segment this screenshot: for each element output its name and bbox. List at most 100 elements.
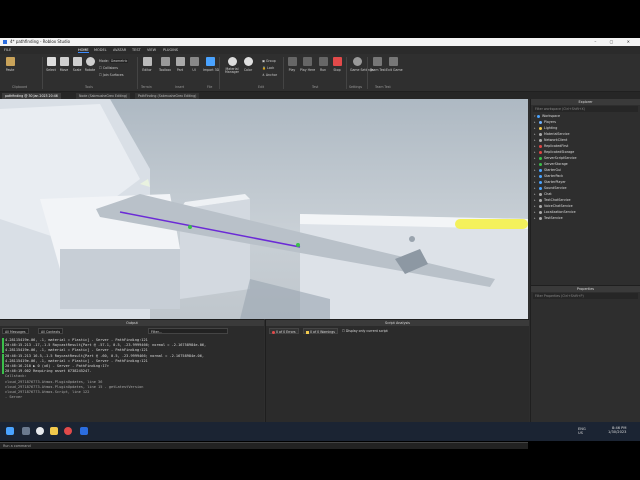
warning-icon — [306, 330, 309, 334]
window-controls[interactable]: – ▢ ✕ — [594, 39, 636, 44]
script-analysis-panel: Script Analysis 0 of 0 Errors 0 of 0 War… — [265, 319, 529, 439]
join-surfaces-toggle[interactable]: ☐ Join Surfaces — [99, 73, 124, 77]
menu-test[interactable]: TEST — [132, 48, 141, 52]
explorer-item-label: Lighting — [544, 126, 558, 130]
menu-avatar[interactable]: AVATAR — [113, 48, 126, 52]
divider — [137, 57, 138, 89]
exit-game-button[interactable]: Exit Game — [386, 57, 403, 72]
chrome-icon[interactable] — [36, 427, 44, 435]
output-panel: Output All Messages All Contexts Filter.… — [0, 319, 264, 439]
team-test-icon — [372, 57, 382, 66]
ledge-side — [60, 249, 180, 309]
expand-chevron-icon[interactable]: ▸ — [534, 215, 536, 221]
part-button[interactable]: Part — [173, 57, 187, 72]
errors-filter-button[interactable]: 0 of 0 Errors — [269, 328, 299, 334]
move-arrows-icon — [59, 57, 69, 66]
waypoint-node — [188, 225, 192, 229]
explorer-item-label: StarterPack — [544, 174, 564, 178]
menu-model[interactable]: MODEL — [94, 48, 107, 52]
contexts-filter-dropdown[interactable]: All Contexts — [38, 328, 64, 334]
explorer-filter-input[interactable]: Filter workspace (Ctrl+Shift+X) — [533, 106, 638, 112]
import-3d-button[interactable]: Import 3D — [203, 57, 219, 72]
play-icon — [287, 57, 297, 66]
terrain-editor-button[interactable]: Editor — [140, 57, 154, 72]
move-tool-button[interactable]: Move — [57, 57, 71, 72]
service-icon — [539, 120, 542, 124]
output-log: 4.28115419e-06, -1, material = Plastic] … — [2, 338, 262, 400]
service-icon — [537, 114, 540, 118]
menu-view[interactable]: VIEW — [147, 48, 156, 52]
menu-bar: FILE HOME MODEL AVATAR TEST VIEW PLUGINS… — [0, 46, 640, 61]
roblox-studio-taskbar-icon[interactable] — [80, 427, 88, 435]
file-explorer-icon[interactable] — [50, 427, 58, 435]
menu-file[interactable]: FILE — [4, 48, 11, 52]
divider — [219, 57, 220, 89]
group-button[interactable]: ▣ Group — [262, 59, 276, 63]
service-icon — [539, 138, 542, 142]
language-indicator[interactable]: ENG US — [578, 427, 586, 435]
exit-game-icon — [388, 57, 398, 66]
material-sphere-icon — [227, 57, 237, 66]
service-icon — [539, 192, 542, 196]
explorer-item-label: ReplicatedFirst — [544, 144, 569, 148]
roblox-studio-window: 4* pathfinding - Roblox Studio – ▢ ✕ FIL… — [0, 38, 640, 449]
menu-home[interactable]: HOME — [78, 48, 89, 53]
divider — [42, 57, 43, 89]
color-button[interactable]: Color — [241, 57, 255, 72]
ui-button[interactable]: UI — [187, 57, 201, 72]
clock[interactable]: 8:46 PM 1/30/2023 — [608, 426, 626, 434]
service-icon — [539, 126, 542, 130]
paste-button[interactable]: Paste — [3, 57, 17, 72]
task-view-icon[interactable] — [22, 427, 30, 435]
lock-button[interactable]: 🔒 Lock — [262, 66, 274, 70]
warnings-filter-button[interactable]: 0 of 0 Warnings — [303, 328, 338, 334]
explorer-item-label: StarterPlayer — [544, 180, 566, 184]
explorer-item-label: MaterialService — [544, 132, 570, 136]
mode-dropdown[interactable]: Geometric — [109, 59, 129, 63]
explorer-item-label: StarterGui — [544, 168, 561, 172]
service-icon — [539, 198, 542, 202]
group-edit-label: Edit — [258, 85, 265, 89]
menu-plugins[interactable]: PLUGINS — [163, 48, 178, 52]
play-here-button[interactable]: Play Here — [300, 57, 315, 72]
windows-start-icon[interactable] — [6, 427, 14, 435]
divider — [346, 57, 347, 89]
explorer-item-label: ServerScriptService — [544, 156, 577, 160]
output-line[interactable]: - Server — [2, 395, 262, 400]
window-title: 4* pathfinding - Roblox Studio — [10, 39, 71, 44]
explorer-item-label: Chat — [544, 192, 552, 196]
explorer-tree: ▾ Workspace ▸ Players ▸ Lighting ▸ MaterialServ… — [531, 113, 640, 221]
run-button[interactable]: Run — [316, 57, 330, 72]
messages-filter-dropdown[interactable]: All Messages — [2, 328, 29, 334]
explorer-item-label: ReplicatedStorage — [544, 150, 575, 154]
3d-viewport[interactable] — [0, 99, 528, 319]
scene-render — [0, 99, 528, 319]
game-settings-button[interactable]: Game Settings — [350, 57, 374, 72]
service-icon — [539, 168, 542, 172]
service-icon — [539, 186, 542, 190]
anchor-button[interactable]: ⚓ Anchor — [262, 73, 277, 77]
play-here-icon — [302, 57, 312, 66]
explorer-item[interactable]: ▸ TestService — [531, 215, 640, 221]
output-search-input[interactable]: Filter... — [148, 328, 228, 334]
stop-button[interactable]: Stop — [330, 57, 344, 72]
neon-part — [455, 219, 528, 229]
app-icon[interactable] — [64, 427, 72, 435]
current-script-toggle[interactable]: ☐ Display only current script — [340, 328, 390, 334]
material-manager-button[interactable]: Material Manager — [224, 57, 240, 75]
collisions-toggle[interactable]: ☐ Collisions — [99, 66, 118, 70]
select-tool-button[interactable]: Select — [44, 57, 58, 72]
toolbox-button[interactable]: Toolbox — [158, 57, 172, 72]
play-button[interactable]: Play — [285, 57, 299, 72]
explorer-item-label: SoundService — [544, 186, 567, 190]
divider — [283, 57, 284, 89]
command-bar-input[interactable]: Run a command — [0, 442, 528, 449]
service-icon — [539, 144, 542, 148]
team-test-button[interactable]: Team Test — [370, 57, 386, 72]
properties-filter-input[interactable]: Filter Properties (Ctrl+Shift+P) — [533, 293, 638, 299]
group-tools-label: Tools — [85, 85, 93, 89]
group-terrain-label: Terrain — [141, 85, 152, 89]
scale-tool-button[interactable]: Scale — [70, 57, 84, 72]
rotate-tool-button[interactable]: Rotate — [83, 57, 97, 72]
ui-icon — [189, 57, 199, 66]
